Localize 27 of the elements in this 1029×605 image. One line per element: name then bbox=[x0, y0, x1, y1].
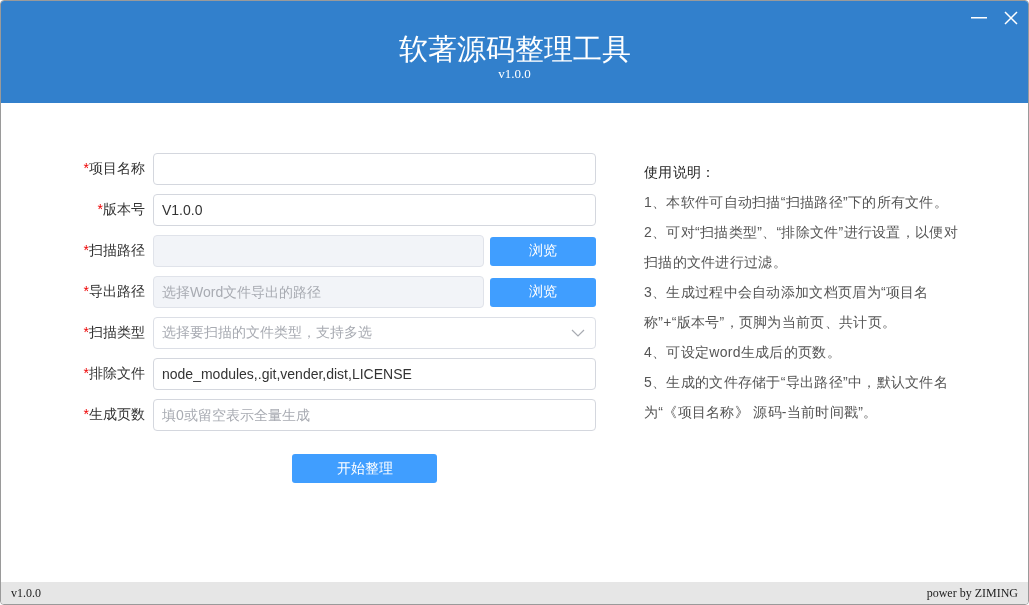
app-title: 软著源码整理工具 bbox=[398, 32, 631, 67]
minimize-icon bbox=[971, 17, 987, 19]
help-text: 5、生成的文件存储于“导出路径”中，默认文件名为“《项目名称》 源码-当前时间戳”。 bbox=[644, 373, 949, 422]
field-label: *项目名称 bbox=[82, 160, 145, 178]
help-text: 2、可对“扫描类型”、“排除文件”进行设置，以便对扫描的文件进行过滤。 bbox=[644, 223, 959, 272]
help-text: 3、生成过程中会自动添加文档页眉为“项目名称”+“版本号”，页脚为当前页、共计页。 bbox=[644, 283, 930, 332]
input-field[interactable]: V1.0.0 bbox=[153, 194, 596, 226]
field-label: *排除文件 bbox=[82, 365, 145, 383]
help-text: 1、本软件可自动扫描“扫描路径”下的所有文件。 bbox=[644, 193, 949, 212]
status-credit: power by ZIMING bbox=[926, 585, 1018, 601]
field-label: *生成页数 bbox=[82, 406, 145, 424]
field-label: *导出路径 bbox=[82, 283, 145, 301]
status-version: v1.0.0 bbox=[11, 585, 41, 601]
field-label: *扫描类型 bbox=[82, 324, 145, 342]
help-text: 4、可设定word生成后的页数。 bbox=[644, 343, 842, 362]
version-label: v1.0.0 bbox=[498, 67, 531, 81]
input-field[interactable]: 填0或留空表示全量生成 bbox=[153, 399, 596, 431]
close-icon bbox=[1004, 11, 1018, 25]
chevron-down-icon bbox=[571, 329, 585, 337]
input-field[interactable] bbox=[153, 153, 596, 185]
close-button[interactable] bbox=[1002, 9, 1020, 27]
field-label: *扫描路径 bbox=[82, 242, 145, 260]
help-title: 使用说明： bbox=[644, 163, 717, 182]
select-field[interactable]: 选择要扫描的文件类型，支持多选 bbox=[153, 317, 596, 349]
field-label: *版本号 bbox=[96, 201, 145, 219]
input-field[interactable]: node_modules,.git,vender,dist,LICENSE bbox=[153, 358, 596, 390]
start-button[interactable]: 开始整理 bbox=[292, 454, 437, 483]
